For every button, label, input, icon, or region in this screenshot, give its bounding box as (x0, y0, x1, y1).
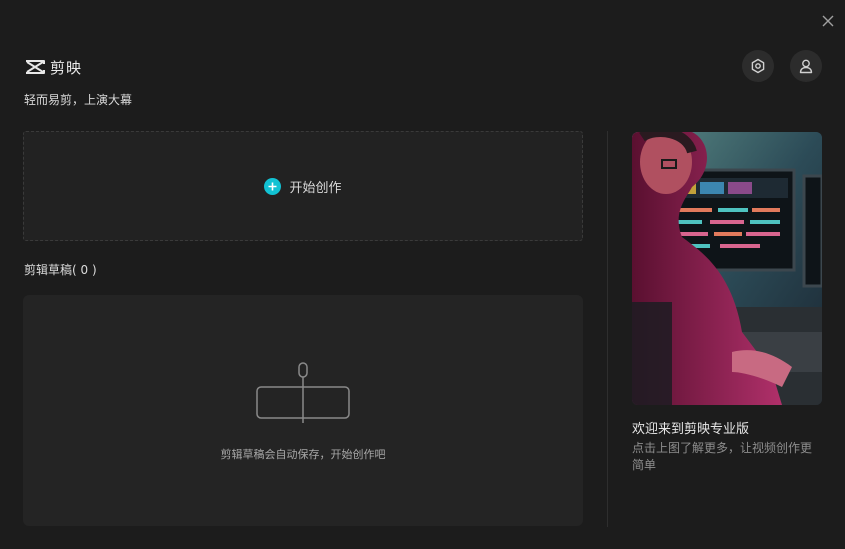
user-account-button[interactable] (790, 50, 822, 82)
drafts-title-text: 剪辑草稿 (24, 263, 73, 277)
hexagon-settings-icon (751, 58, 765, 74)
promo-title: 欢迎来到剪映专业版 (632, 422, 750, 437)
settings-button[interactable] (742, 50, 774, 82)
empty-drafts-message: 剪辑草稿会自动保存，开始创作吧 (220, 448, 386, 461)
capcut-logo-icon (26, 60, 45, 74)
start-creation-label: 开始创作 (289, 180, 342, 196)
app-logo: 剪映 (24, 56, 82, 78)
app-slogan: 轻而易剪，上演大幕 (24, 93, 133, 107)
close-button[interactable] (818, 11, 838, 31)
drafts-section-title: 剪辑草稿( 0 ) (24, 261, 97, 278)
user-icon (799, 59, 813, 74)
close-icon (822, 15, 834, 27)
app-logo-text: 剪映 (50, 58, 83, 77)
start-creation-button[interactable]: 开始创作 (23, 131, 583, 241)
drafts-empty-panel: 剪辑草稿会自动保存，开始创作吧 (23, 295, 583, 526)
vertical-divider (607, 131, 608, 527)
empty-drafts-illustration-icon (256, 362, 350, 423)
start-creation-content: 开始创作 (264, 177, 342, 196)
promo-banner-image[interactable] (632, 132, 822, 405)
promo-description: 点击上图了解更多，让视频创作更简单 (632, 441, 813, 472)
plus-circle-icon (264, 177, 282, 195)
drafts-count: ( 0 ) (72, 263, 97, 277)
home-window: 剪映 轻而易剪，上演大幕 开始创作 剪辑草稿( 0 ) 剪辑草稿会自动保存，开始… (0, 0, 845, 549)
